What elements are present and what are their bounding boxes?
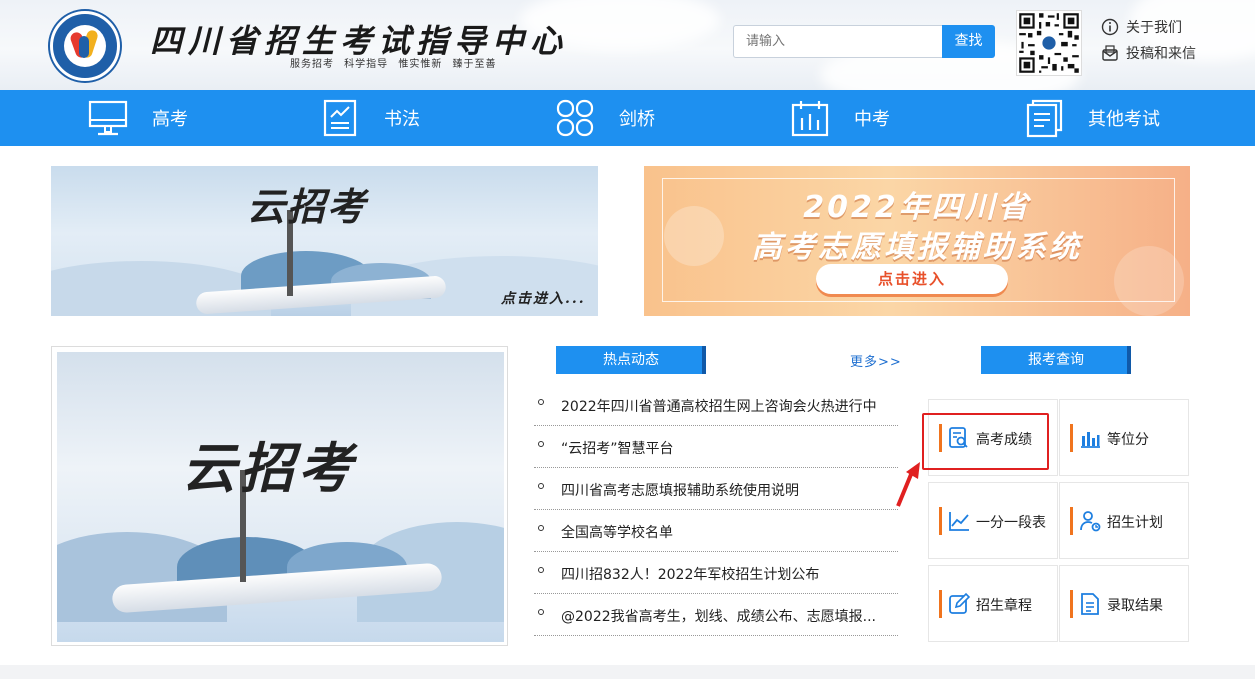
bullet-icon — [538, 399, 544, 405]
bullet-icon — [538, 483, 544, 489]
news-title: 2022年四川省普通高校招生网上咨询会火热进行中 — [561, 399, 877, 415]
nav-label: 高考 — [152, 109, 188, 130]
banner-right-line1: 2022年四川省 — [803, 190, 1031, 225]
nav-label: 剑桥 — [619, 109, 655, 130]
search-button[interactable]: 查找 — [942, 25, 995, 58]
pointer-arrow-icon — [896, 462, 920, 507]
tab-accent-bar — [1127, 346, 1131, 374]
news-list: 2022年四川省普通高校招生网上咨询会火热进行中 “云招考”智慧平台 四川省高考… — [534, 384, 898, 636]
query-label: 一分一段表 — [976, 515, 1046, 531]
document-edit-icon — [320, 98, 360, 138]
contact-link[interactable]: 投稿和来信 — [1100, 40, 1196, 66]
nav-item-cambridge[interactable]: 剑桥 — [555, 90, 655, 146]
query-label: 招生章程 — [976, 598, 1032, 614]
query-enrollment-plan[interactable]: 招生计划 — [1059, 482, 1189, 559]
bullet-icon — [538, 525, 544, 531]
query-label: 招生计划 — [1107, 515, 1163, 531]
qr-code-graphic — [1017, 11, 1081, 75]
query-label: 录取结果 — [1107, 598, 1163, 614]
accent-bar — [1070, 590, 1073, 618]
news-item[interactable]: “云招考”智慧平台 — [534, 426, 898, 468]
nav-item-zhongkao[interactable]: 中考 — [790, 90, 890, 146]
news-item[interactable]: @2022我省高考生，划线、成绩公布、志愿填报... — [534, 594, 898, 636]
accent-bar — [939, 424, 942, 452]
line-chart-icon — [947, 509, 971, 533]
site-logo[interactable] — [50, 11, 120, 81]
feature-card: 云招考 — [51, 346, 508, 646]
footer-strip — [0, 665, 1255, 679]
banner-volunteer-system[interactable]: 2022年四川省 高考志愿填报辅助系统 点击进入 — [644, 166, 1190, 316]
main-nav: 高考 书法 剑桥 中考 其他考试 — [0, 90, 1255, 146]
query-admission-result[interactable]: 录取结果 — [1059, 565, 1189, 642]
query-tab[interactable]: 报考查询 — [981, 346, 1131, 374]
news-item[interactable]: 四川招832人！2022年军校招生计划公布 — [534, 552, 898, 594]
accent-bar — [1070, 424, 1073, 452]
banner-left-caption: 点击进入... — [501, 291, 586, 307]
file-icon — [1078, 592, 1102, 616]
query-tab-label: 报考查询 — [1028, 352, 1084, 368]
query-label: 高考成绩 — [976, 432, 1032, 448]
news-item[interactable]: 2022年四川省普通高校招生网上咨询会火热进行中 — [534, 384, 898, 426]
accent-bar — [1070, 507, 1073, 535]
query-gaokao-score[interactable]: 高考成绩 — [928, 399, 1058, 476]
nav-label: 其他考试 — [1088, 109, 1160, 130]
user-plan-icon — [1078, 509, 1102, 533]
about-us-link[interactable]: 关于我们 — [1100, 14, 1196, 40]
news-title: @2022我省高考生，划线、成绩公布、志愿填报... — [561, 609, 876, 625]
mail-icon — [1100, 43, 1120, 63]
about-us-label: 关于我们 — [1126, 20, 1182, 36]
accent-bar — [939, 590, 942, 618]
feature-image[interactable]: 云招考 — [57, 352, 504, 642]
site-header: 四川省招生考试指导中心 服务招考 科学指导 惟实惟新 臻于至善 查找 — [0, 0, 1255, 90]
tab-accent-bar — [702, 346, 706, 374]
site-slogan: 服务招考 科学指导 惟实惟新 臻于至善 — [290, 59, 497, 70]
query-admission-charter[interactable]: 招生章程 — [928, 565, 1058, 642]
nav-label: 书法 — [384, 109, 420, 130]
accent-bar — [939, 507, 942, 535]
bullet-icon — [538, 567, 544, 573]
banner-left-title: 云招考 — [247, 184, 368, 229]
logo-flame-blue — [79, 36, 89, 58]
news-title: 全国高等学校名单 — [561, 525, 673, 541]
grid-circles-icon — [555, 98, 595, 138]
bullet-icon — [538, 609, 544, 615]
hot-news-tab-label: 热点动态 — [603, 352, 659, 368]
nav-label: 中考 — [854, 109, 890, 130]
news-title: “云招考”智慧平台 — [561, 441, 674, 457]
search-doc-icon — [947, 426, 971, 450]
bar-chart-icon — [1078, 426, 1102, 450]
query-score-distribution[interactable]: 一分一段表 — [928, 482, 1058, 559]
nav-item-gaokao[interactable]: 高考 — [88, 90, 188, 146]
monitor-icon — [88, 98, 128, 138]
news-title: 四川省高考志愿填报辅助系统使用说明 — [561, 483, 799, 499]
bar-building-icon — [790, 98, 830, 138]
qr-code — [1016, 10, 1082, 76]
top-links: 关于我们 投稿和来信 — [1100, 14, 1196, 66]
news-item[interactable]: 全国高等学校名单 — [534, 510, 898, 552]
edit-icon — [947, 592, 971, 616]
query-label: 等位分 — [1107, 432, 1149, 448]
news-item[interactable]: 四川省高考志愿填报辅助系统使用说明 — [534, 468, 898, 510]
feature-title: 云招考 — [182, 436, 356, 500]
bullet-icon — [538, 441, 544, 447]
news-title: 四川招832人！2022年军校招生计划公布 — [561, 567, 820, 583]
search-input[interactable] — [733, 25, 942, 58]
query-equal-rank[interactable]: 等位分 — [1059, 399, 1189, 476]
more-link[interactable]: 更多>> — [850, 351, 902, 370]
nav-item-calligraphy[interactable]: 书法 — [320, 90, 420, 146]
nav-item-other-exams[interactable]: 其他考试 — [1024, 90, 1160, 146]
hot-news-tab[interactable]: 热点动态 — [556, 346, 706, 374]
banner-right-line2: 高考志愿填报辅助系统 — [752, 230, 1082, 265]
contact-label: 投稿和来信 — [1126, 46, 1196, 62]
document-list-icon — [1024, 98, 1064, 138]
banner-cloud-exam[interactable]: 云招考 点击进入... — [51, 166, 598, 316]
enter-button[interactable]: 点击进入 — [816, 264, 1008, 294]
info-icon — [1100, 17, 1120, 37]
